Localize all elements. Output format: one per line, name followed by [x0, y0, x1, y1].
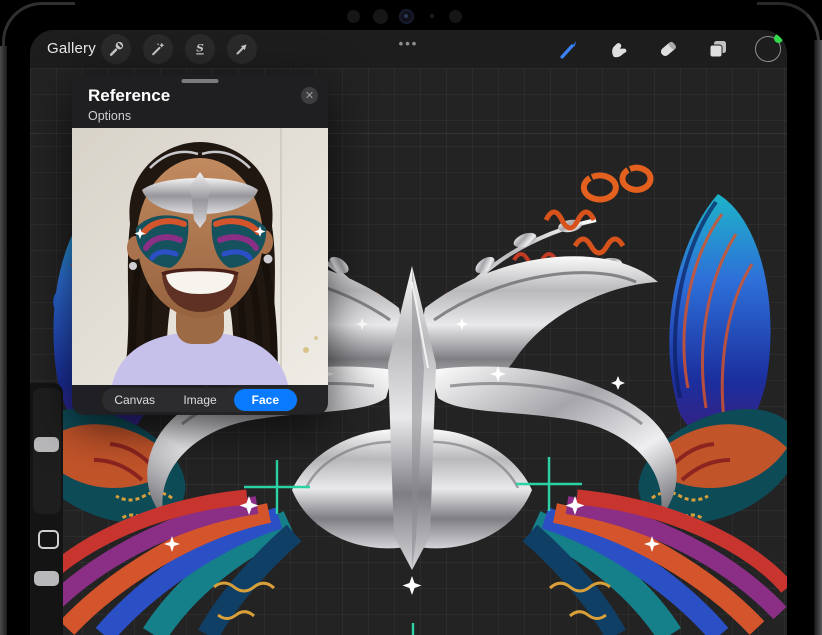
camera-mic-dot — [430, 14, 434, 18]
selection-icon: S — [191, 40, 209, 58]
smudge-icon — [606, 37, 630, 61]
camera-lens-icon — [399, 9, 414, 24]
tab-canvas[interactable]: Canvas — [103, 389, 166, 411]
brush-size-slider-handle[interactable] — [34, 437, 59, 452]
brush-opacity-slider-handle[interactable] — [34, 571, 59, 586]
smudge-button[interactable] — [603, 34, 633, 64]
reference-panel: Reference Options ✕ — [72, 75, 328, 415]
ipad-screen: Gallery — [30, 30, 787, 635]
transform-icon — [233, 40, 251, 58]
wrench-icon — [107, 40, 125, 58]
panel-title: Reference — [88, 86, 170, 106]
bezel-edge-left — [0, 46, 7, 635]
adjustments-button[interactable] — [143, 34, 173, 64]
color-swatch — [755, 36, 781, 62]
transform-button[interactable] — [227, 34, 257, 64]
layers-button[interactable] — [703, 34, 733, 64]
svg-text:S: S — [196, 42, 204, 54]
ipad-screenshot: Gallery — [0, 0, 822, 635]
brush-icon — [556, 37, 580, 61]
panel-options-link[interactable]: Options — [88, 109, 131, 123]
tab-image[interactable]: Image — [168, 389, 231, 411]
actions-button[interactable] — [101, 34, 131, 64]
paint-button[interactable] — [553, 34, 583, 64]
color-button[interactable] — [753, 34, 783, 64]
front-camera-cluster — [345, 8, 475, 26]
camera-lens-icon — [347, 10, 360, 23]
eraser-icon — [656, 37, 680, 61]
current-color-dot — [774, 34, 783, 43]
erase-button[interactable] — [653, 34, 683, 64]
camera-lens-icon — [373, 9, 388, 24]
camera-lens-icon — [449, 10, 462, 23]
layers-icon — [706, 37, 730, 61]
gallery-button[interactable]: Gallery — [47, 40, 96, 57]
segmented-control: Canvas Image Face — [102, 388, 298, 412]
top-toolbar: Gallery — [30, 30, 787, 68]
multitask-indicator[interactable]: ••• — [399, 36, 419, 51]
brush-sidebar — [30, 383, 63, 635]
bezel-edge-right — [814, 40, 822, 635]
magic-wand-icon — [149, 40, 167, 58]
modify-button[interactable] — [38, 530, 59, 549]
tab-face[interactable]: Face — [234, 389, 297, 411]
selection-button[interactable]: S — [185, 34, 215, 64]
reference-face-photo[interactable] — [72, 128, 328, 385]
reference-mode-tabs: Canvas Image Face — [72, 385, 328, 415]
close-icon[interactable]: ✕ — [301, 87, 318, 104]
panel-drag-handle[interactable] — [182, 79, 219, 83]
